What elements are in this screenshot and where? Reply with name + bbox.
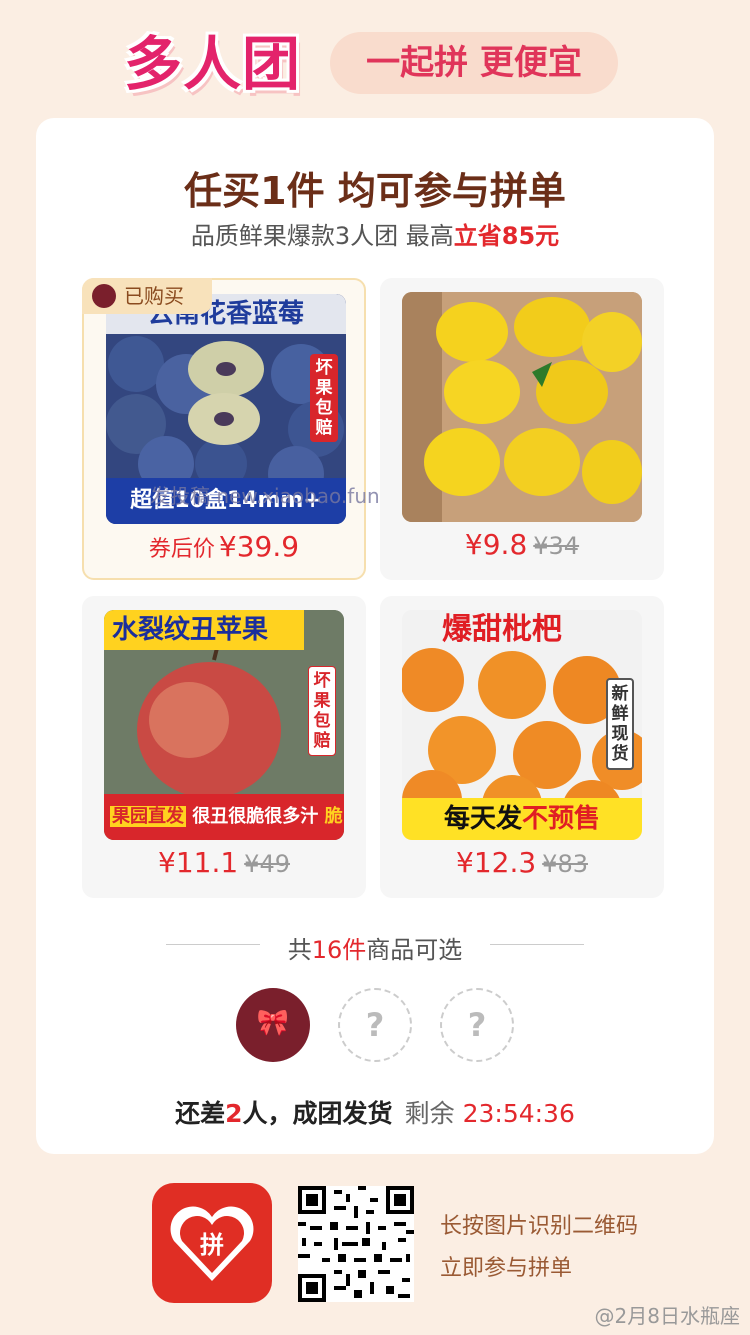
product-card-apple[interactable]: 水裂纹丑苹果 坏果包赔 果园直发 很丑很脆很多汁 脆甜 ¥11.1¥49 — [82, 596, 366, 898]
app-logo-character: 拼 — [200, 1231, 224, 1259]
card-title: 任买1件 均可参与拼单 — [184, 169, 566, 213]
damage-guarantee-tag: 坏果包赔 — [310, 354, 338, 442]
divider-line-left — [166, 944, 260, 945]
pinduoduo-app-logo: 拼 — [152, 1183, 272, 1303]
original-price: ¥83 — [542, 850, 588, 878]
group-status: 还差2人，成团发货 剩余 23:54:36 — [36, 1094, 714, 1130]
purchased-badge-label: 已购买 — [124, 284, 184, 308]
product-image-banner: 每天发不预售 — [402, 798, 642, 840]
bow-icon: 🎀 — [256, 1008, 290, 1038]
original-price: ¥34 — [533, 532, 580, 560]
purchased-badge: 已购买 — [82, 278, 212, 314]
remaining-people-count: 2 — [225, 1099, 243, 1128]
product-image-title: 爆甜枇杷 — [442, 612, 562, 647]
count-suffix: 商品可选 — [366, 936, 463, 964]
product-price: 券后价 ¥39.9 — [84, 530, 364, 563]
subtitle-text: 品质鲜果爆款3人团 最高 — [190, 222, 454, 250]
qr-code[interactable] — [298, 1186, 414, 1302]
product-card-loquat[interactable]: 爆甜枇杷 新鲜现货 每天发不预售 ¥12.3 ¥83 — [380, 596, 664, 898]
qr-instruction-line2: 立即参与拼单 — [440, 1256, 573, 1281]
price-value: ¥11.1 — [158, 846, 239, 879]
status-text: 还差2人，成团发货 — [175, 1099, 392, 1128]
banner-text: 很丑很脆很多汁 — [192, 806, 319, 827]
count-prefix: 共 — [287, 936, 312, 964]
user-avatar-icon — [92, 284, 116, 308]
fresh-stock-tag: 新鲜现货 — [606, 678, 634, 770]
card-subtitle: 品质鲜果爆款3人团 最高立省85元 — [36, 216, 714, 251]
savings-highlight: 立省85元 — [453, 222, 560, 250]
member-avatar: 🎀 — [236, 988, 310, 1062]
product-price: ¥12.3 ¥83 — [380, 846, 664, 879]
price-value: ¥12.3 — [456, 846, 537, 879]
orchard-direct-tag: 果园直发 — [110, 806, 186, 827]
multi-person-group-logo: 多人团 — [124, 30, 302, 98]
status-suffix: 人，成团发货 — [242, 1099, 393, 1128]
image-watermark: 发投稿 new.xiaobao.fun — [150, 484, 380, 508]
price-value: ¥39.9 — [218, 530, 300, 563]
remaining-time-label: 剩余 — [404, 1099, 455, 1128]
damage-guarantee-tag: 坏果包赔 — [308, 666, 336, 756]
coupon-price-label: 券后价 — [148, 537, 215, 562]
header-slogan: 一起拼 更便宜 — [330, 32, 618, 94]
product-image-banner: 果园直发 很丑很脆很多汁 脆甜 — [104, 794, 344, 840]
apple-product-image[interactable]: 水裂纹丑苹果 坏果包赔 果园直发 很丑很脆很多汁 脆甜 — [104, 610, 344, 840]
qr-instructions: 长按图片识别二维码 立即参与拼单 — [440, 1206, 638, 1290]
qr-instruction-line1: 长按图片识别二维码 — [440, 1214, 639, 1239]
product-card-lemon[interactable]: ¥9.8 ¥34 — [380, 278, 664, 580]
product-image-title: 水裂纹丑苹果 — [104, 610, 304, 650]
price-value: ¥9.8 — [464, 528, 528, 561]
corner-watermark: @2月8日水瓶座 — [594, 1304, 740, 1328]
banner-text: 每天发 — [443, 804, 522, 834]
banner-highlight: 不预售 — [522, 804, 601, 834]
product-card-blueberry[interactable]: 已购买 云南花香蓝莓 坏果包赔 超值10盒14mm+ 券后价 ¥39.9 — [82, 278, 366, 580]
empty-slot-avatar[interactable]: ? — [338, 988, 412, 1062]
product-count: 16件 — [311, 936, 367, 964]
countdown-timer: 23:54:36 — [462, 1099, 575, 1128]
original-price: ¥49 — [244, 850, 290, 878]
divider-line-right — [490, 944, 584, 945]
empty-slot-avatar[interactable]: ? — [440, 988, 514, 1062]
loquat-product-image[interactable]: 爆甜枇杷 新鲜现货 每天发不预售 — [402, 610, 642, 840]
product-price: ¥9.8 ¥34 — [380, 528, 664, 561]
group-buy-card: 任买1件 均可参与拼单 品质鲜果爆款3人团 最高立省85元 已购买 云南花香蓝莓… — [36, 118, 714, 1154]
product-count-divider: 共16件商品可选 — [36, 930, 714, 965]
lemon-product-image[interactable] — [402, 292, 642, 522]
status-prefix: 还差 — [175, 1099, 226, 1128]
lemon-illustration — [402, 292, 642, 522]
product-price: ¥11.1 ¥49 — [82, 846, 366, 879]
